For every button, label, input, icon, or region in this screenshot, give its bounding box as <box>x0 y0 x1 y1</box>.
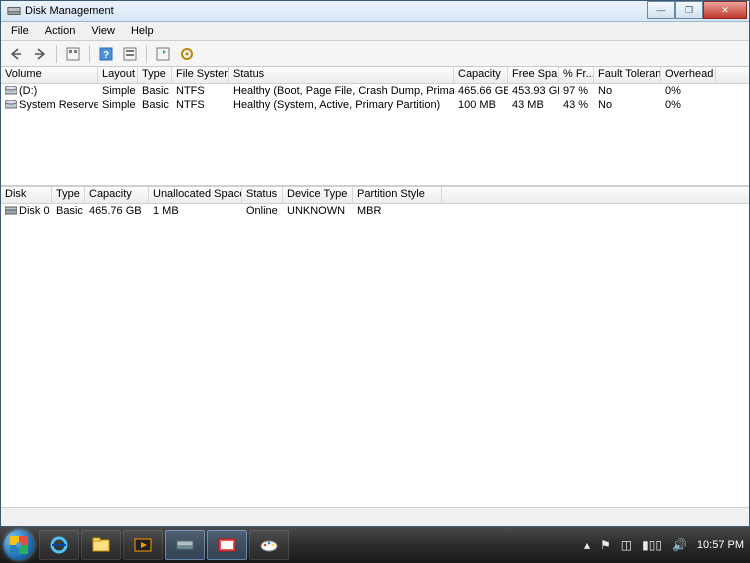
toolbar-separator <box>56 45 57 63</box>
taskbar-diskmgmt[interactable] <box>165 530 205 560</box>
col-device-type[interactable]: Device Type <box>283 187 353 203</box>
menu-file[interactable]: File <box>3 23 37 39</box>
col-partition-style[interactable]: Partition Style <box>353 187 442 203</box>
settings-button[interactable] <box>119 43 141 65</box>
disk-row[interactable]: Disk 0 Basic 465.76 GB 1 MB Online UNKNO… <box>1 204 749 218</box>
menu-bar: File Action View Help <box>1 22 749 41</box>
volumes-rows: (D:) Simple Basic NTFS Healthy (Boot, Pa… <box>1 84 749 112</box>
col-disk-type[interactable]: Type <box>52 187 85 203</box>
col-pctfree[interactable]: % Fr... <box>559 67 594 83</box>
menu-action[interactable]: Action <box>37 23 84 39</box>
col-disk-capacity[interactable]: Capacity <box>85 187 149 203</box>
tree-view-button[interactable] <box>62 43 84 65</box>
taskbar-paint[interactable] <box>249 530 289 560</box>
status-bar <box>1 507 749 526</box>
maximize-button[interactable]: ❐ <box>675 1 703 19</box>
disks-pane: Disk Type Capacity Unallocated Space Sta… <box>1 187 749 525</box>
col-freespace[interactable]: Free Spa... <box>508 67 559 83</box>
col-fault[interactable]: Fault Toleran... <box>594 67 661 83</box>
toolbar-separator <box>89 45 90 63</box>
taskbar-explorer[interactable] <box>81 530 121 560</box>
col-disk-status[interactable]: Status <box>242 187 283 203</box>
tray-firewall-icon[interactable]: ◫ <box>621 538 632 552</box>
col-filesystem[interactable]: File System <box>172 67 229 83</box>
back-button[interactable] <box>5 43 27 65</box>
tray-speaker-icon[interactable]: 🔊 <box>672 538 687 552</box>
refresh-button[interactable] <box>152 43 174 65</box>
col-layout[interactable]: Layout <box>98 67 138 83</box>
col-overhead[interactable]: Overhead <box>661 67 716 83</box>
col-status[interactable]: Status <box>229 67 454 83</box>
col-type[interactable]: Type <box>138 67 172 83</box>
taskbar-ie[interactable] <box>39 530 79 560</box>
volumes-header-row: Volume Layout Type File System Status Ca… <box>1 67 749 84</box>
toolbar: ? <box>1 41 749 67</box>
volume-row[interactable]: System Reserved (C:) Simple Basic NTFS H… <box>1 98 749 112</box>
minimize-button[interactable]: — <box>647 1 675 19</box>
taskbar: ▴ ⚑ ◫ ▮▯▯ 🔊 10:57 PM <box>0 527 750 563</box>
tray-arrow-icon[interactable]: ▴ <box>584 538 590 552</box>
window-title: Disk Management <box>25 5 647 17</box>
tray-clock[interactable]: 10:57 PM <box>697 539 744 551</box>
volume-icon <box>5 100 17 110</box>
disks-rows: Disk 0 Basic 465.76 GB 1 MB Online UNKNO… <box>1 204 749 218</box>
volume-row[interactable]: (D:) Simple Basic NTFS Healthy (Boot, Pa… <box>1 84 749 98</box>
start-button[interactable] <box>0 527 38 563</box>
col-capacity[interactable]: Capacity <box>454 67 508 83</box>
svg-text:?: ? <box>103 50 109 61</box>
menu-view[interactable]: View <box>83 23 123 39</box>
menu-help[interactable]: Help <box>123 23 162 39</box>
forward-button[interactable] <box>29 43 51 65</box>
help-button[interactable]: ? <box>95 43 117 65</box>
toolbar-separator <box>146 45 147 63</box>
system-tray: ▴ ⚑ ◫ ▮▯▯ 🔊 10:57 PM <box>578 538 750 552</box>
volume-icon <box>5 86 17 96</box>
window-controls: — ❐ ✕ <box>647 1 747 19</box>
app-icon <box>7 4 21 18</box>
properties-button[interactable] <box>176 43 198 65</box>
taskbar-mediaplayer[interactable] <box>123 530 163 560</box>
taskbar-app[interactable] <box>207 530 247 560</box>
title-bar[interactable]: Disk Management — ❐ ✕ <box>1 1 749 22</box>
close-button[interactable]: ✕ <box>703 1 747 19</box>
disks-header-row: Disk Type Capacity Unallocated Space Sta… <box>1 187 749 204</box>
col-disk[interactable]: Disk <box>1 187 52 203</box>
col-unallocated[interactable]: Unallocated Space <box>149 187 242 203</box>
disk-management-window: Disk Management — ❐ ✕ File Action View H… <box>0 0 750 527</box>
volumes-pane: Volume Layout Type File System Status Ca… <box>1 67 749 187</box>
disk-icon <box>5 206 17 216</box>
col-volume[interactable]: Volume <box>1 67 98 83</box>
tray-flag-icon[interactable]: ⚑ <box>600 538 611 552</box>
tray-network-icon[interactable]: ▮▯▯ <box>642 538 662 552</box>
